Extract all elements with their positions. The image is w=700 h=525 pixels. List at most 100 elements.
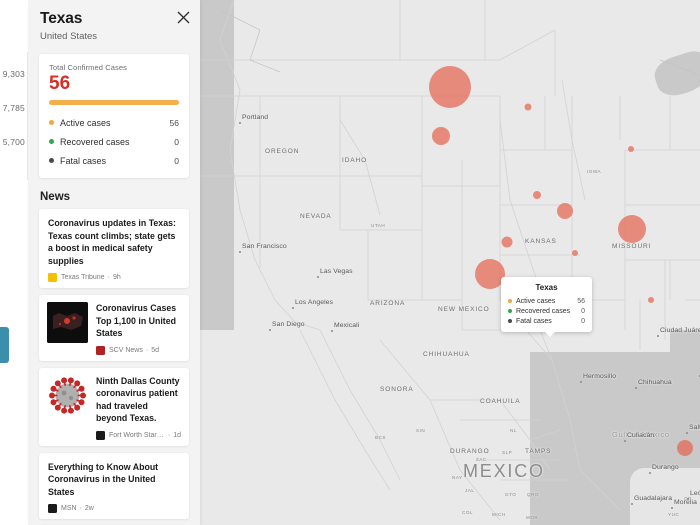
map-city-dot — [657, 335, 659, 337]
meta-separator: · — [167, 431, 171, 439]
news-card[interactable]: Everything to Know About Coronavirus in … — [39, 452, 189, 520]
news-card[interactable]: Coronavirus updates in Texas: Texas coun… — [39, 209, 189, 289]
active-cases-value: 56 — [169, 117, 179, 128]
location-detail-sidebar: Texas United States Total Confirmed Case… — [28, 0, 200, 525]
clipped-stats-card: 9,303 7,785 5,700 — [0, 52, 28, 180]
map-city-dot — [687, 498, 689, 500]
recovered-cases-label: Recovered cases — [60, 136, 130, 147]
tooltip-recovered-value: 0 — [581, 307, 585, 315]
active-cases-label: Active cases — [60, 117, 111, 128]
sidebar-header: Texas United States — [28, 0, 200, 44]
case-bubble[interactable] — [572, 250, 578, 256]
recovered-dot-icon — [49, 139, 54, 145]
fatal-dot-icon — [508, 319, 512, 324]
clipped-number-2: 5,700 — [2, 137, 25, 147]
stat-row-active: Active cases 56 — [49, 113, 179, 132]
map-city-dot — [631, 503, 633, 505]
map-city-dot — [671, 507, 673, 509]
clipped-number-1: 7,785 — [2, 103, 25, 113]
recovered-dot-icon — [508, 309, 512, 314]
case-bubble[interactable] — [618, 215, 646, 243]
meta-separator: · — [145, 346, 149, 354]
article-thumbnail — [47, 302, 88, 344]
map-city-dot — [635, 387, 637, 389]
meta-separator: · — [79, 505, 82, 513]
case-bubble[interactable] — [429, 66, 471, 108]
case-bubble[interactable] — [648, 297, 654, 303]
map-city-dot — [624, 440, 626, 442]
tooltip-fatal-value: 0 — [581, 317, 585, 325]
recovered-cases-value: 0 — [174, 136, 179, 147]
news-list: Coronavirus updates in Texas: Texas coun… — [28, 209, 200, 525]
map-city-dot — [239, 251, 241, 253]
case-bubble[interactable] — [628, 146, 634, 152]
clipped-number-0: 9,303 — [2, 69, 25, 79]
news-meta: Texas Tribune · 9h — [48, 273, 180, 283]
news-title: Ninth Dallas County coronavirus patient … — [96, 375, 180, 424]
case-bubble[interactable] — [524, 103, 532, 111]
left-edge-strip: 9,303 7,785 5,700 — [0, 0, 28, 525]
news-meta: SCV News · 5d — [96, 345, 181, 355]
stats-card: Total Confirmed Cases 56 Active cases 56… — [39, 54, 189, 179]
tooltip-row-active: Active cases 56 — [508, 296, 585, 306]
yucatan-landmass — [630, 468, 700, 525]
news-body: Coronavirus updates in Texas: Texas coun… — [48, 217, 180, 283]
map-canvas[interactable]: MEXICO Gulf of Mexico OREGON IDAHO NEVADA U… — [200, 0, 700, 525]
active-dot-icon — [508, 299, 512, 304]
map-city-dot — [317, 276, 319, 278]
map-city-dot — [580, 381, 582, 383]
tooltip-arrow-icon — [545, 331, 555, 337]
map-city-dot — [686, 432, 688, 434]
news-source: Texas Tribune — [61, 274, 105, 282]
news-title: Everything to Know About Coronavirus in … — [48, 461, 159, 497]
news-title: Coronavirus updates in Texas: Texas coun… — [48, 218, 176, 266]
stat-row-recovered: Recovered cases 0 — [49, 132, 179, 151]
tooltip-row-fatal: Fatal cases 0 — [508, 316, 585, 326]
source-logo-icon — [96, 430, 105, 440]
source-logo-icon — [96, 345, 105, 355]
cases-progress-bar — [49, 100, 179, 106]
active-dot-icon — [49, 120, 54, 126]
source-logo-icon — [48, 273, 57, 283]
news-source: Fort Worth Star-Tel... — [109, 431, 165, 439]
news-heading: News — [40, 191, 71, 204]
stat-row-fatal: Fatal cases 0 — [49, 151, 179, 170]
case-bubble[interactable] — [501, 236, 513, 248]
meta-separator: · — [107, 274, 110, 282]
scroll-indicator[interactable] — [0, 327, 9, 363]
page-title: Texas — [40, 10, 83, 27]
fatal-cases-label: Fatal cases — [60, 155, 107, 166]
fatal-dot-icon — [49, 158, 54, 164]
news-timestamp: 5d — [151, 346, 159, 354]
fatal-cases-value: 0 — [174, 155, 179, 166]
news-body: Coronavirus Cases Top 1,100 in United St… — [96, 302, 181, 355]
news-timestamp: 1d — [173, 431, 181, 439]
case-bubble[interactable] — [533, 191, 541, 199]
close-icon[interactable] — [174, 8, 192, 26]
map-city-dot — [649, 472, 651, 474]
news-source: MSN — [61, 505, 77, 513]
page-subtitle: United States — [40, 31, 98, 42]
map-city-dot — [292, 307, 294, 309]
news-body: Everything to Know About Coronavirus in … — [48, 461, 180, 514]
case-bubble[interactable] — [557, 203, 573, 219]
map-city-dot — [331, 330, 333, 332]
case-bubble[interactable] — [677, 440, 693, 456]
news-meta: MSN · 2w — [48, 504, 180, 514]
app-root: 9,303 7,785 5,700 MEXICO Gulf of Mexico … — [0, 0, 700, 525]
tooltip-title: Texas — [535, 283, 558, 292]
map-tooltip: Texas Active cases 56 Recovered cases 0 … — [501, 277, 592, 337]
news-meta: Fort Worth Star-Tel...·1d — [96, 430, 181, 440]
news-card[interactable]: Coronavirus Cases Top 1,100 in United St… — [39, 295, 189, 361]
map-city-dot — [239, 122, 241, 124]
news-title: Coronavirus Cases Top 1,100 in United St… — [96, 303, 177, 339]
case-bubble[interactable] — [432, 127, 450, 145]
total-confirmed-value: 56 — [49, 73, 71, 94]
tooltip-recovered-label: Recovered cases — [516, 307, 571, 315]
news-timestamp: 2w — [84, 505, 94, 513]
tooltip-active-value: 56 — [577, 297, 585, 305]
article-thumbnail — [47, 374, 88, 416]
news-timestamp: 9h — [112, 274, 121, 282]
tooltip-fatal-label: Fatal cases — [516, 317, 552, 325]
news-card[interactable]: Ninth Dallas County coronavirus patient … — [39, 367, 189, 446]
